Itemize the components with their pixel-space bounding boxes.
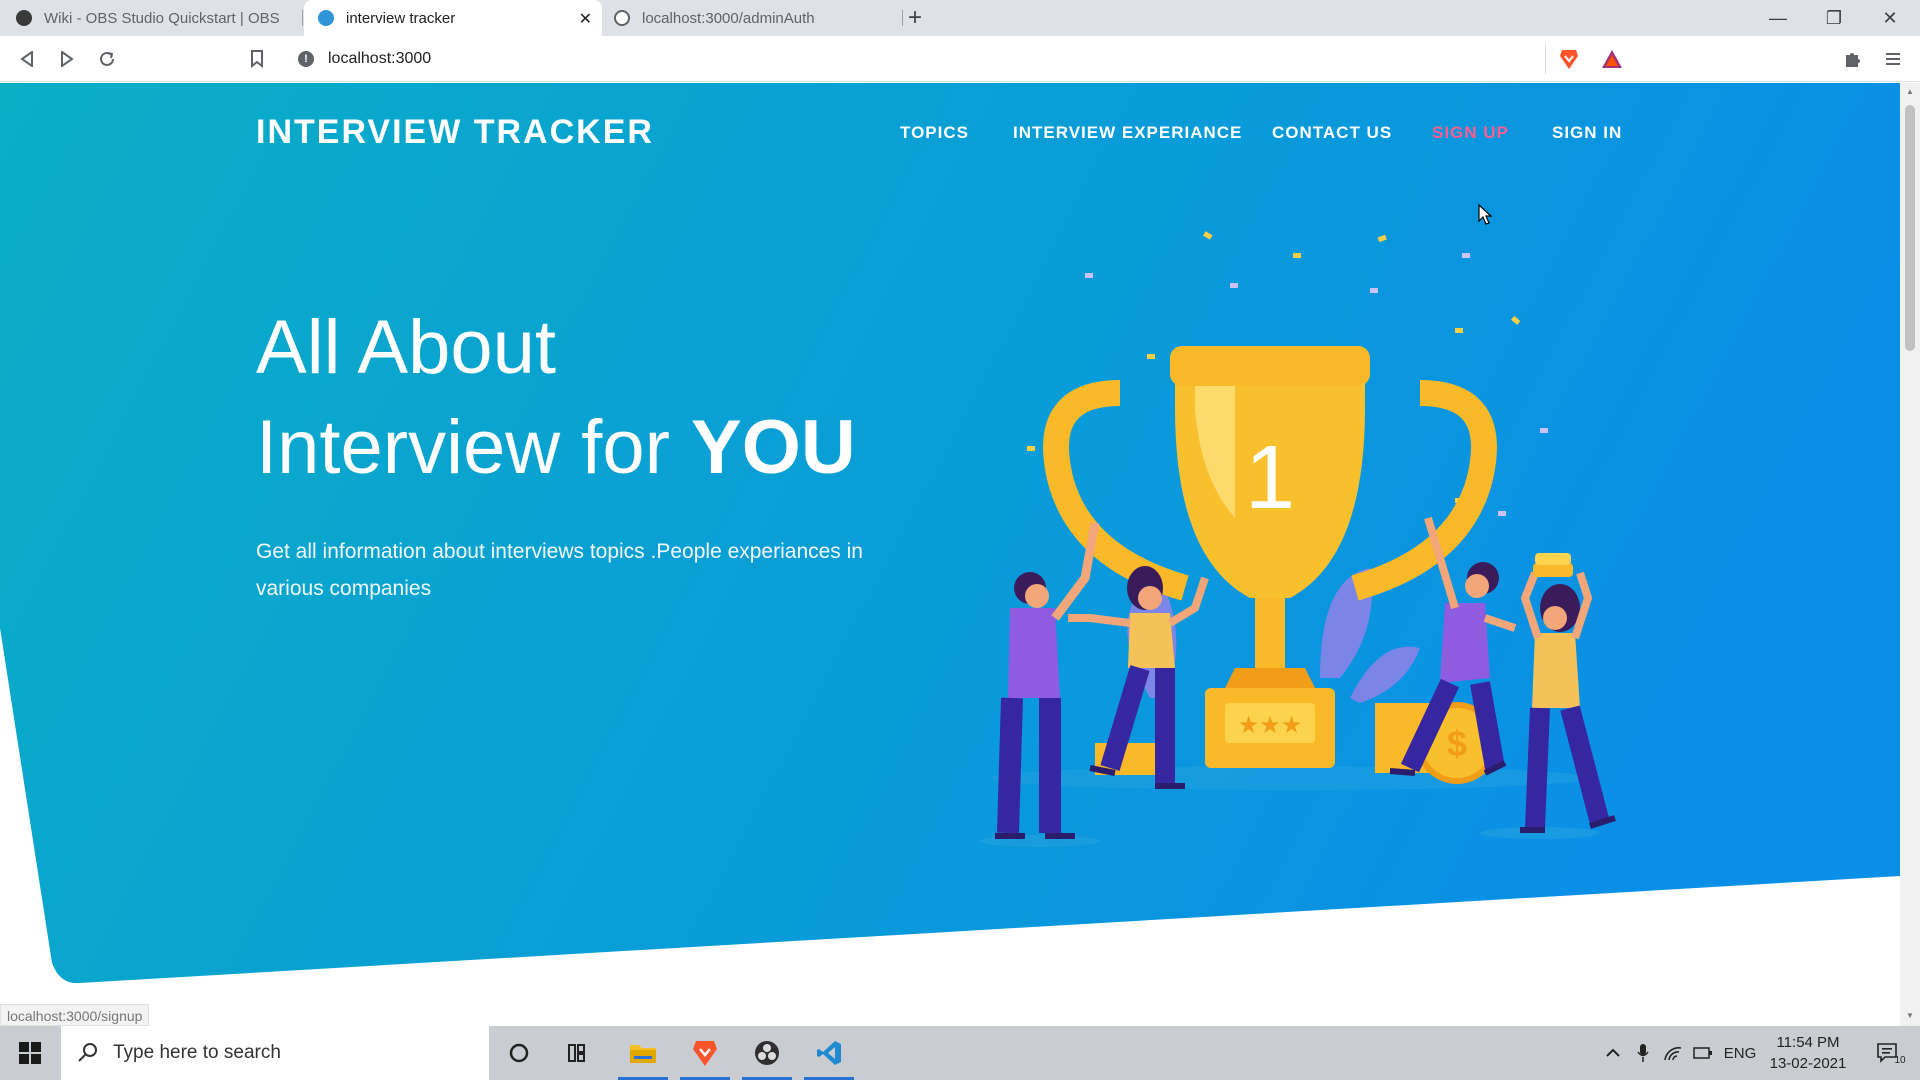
microphone-button[interactable] [1628, 1026, 1658, 1080]
headline-prefix: Interview for [256, 405, 692, 490]
vscode-icon [817, 1041, 841, 1065]
tab-title: interview tracker [346, 9, 456, 27]
reload-button[interactable] [94, 46, 120, 72]
nav-sign-up[interactable]: SIGN UP [1432, 123, 1509, 143]
taskbar-clock[interactable]: 11:54 PM 13-02-2021 [1760, 1032, 1856, 1074]
tray-overflow-button[interactable] [1598, 1026, 1628, 1080]
battery-icon [1693, 1047, 1712, 1059]
menu-button[interactable] [1880, 46, 1906, 72]
new-tab-button[interactable]: + [908, 4, 922, 32]
puzzle-piece-icon [1846, 53, 1860, 67]
task-view-icon [568, 1044, 585, 1062]
browser-tab-bar: Wiki - OBS Studio Quickstart | OBS inter… [0, 0, 1920, 36]
folder-icon [630, 1045, 656, 1063]
scroll-down-icon[interactable]: ▼ [1906, 1011, 1914, 1020]
tab-title: localhost:3000/adminAuth [642, 9, 815, 27]
forward-arrow-icon [61, 51, 74, 67]
bookmark-icon [251, 50, 263, 68]
headline-emphasis: YOU [691, 405, 856, 490]
reload-icon [100, 51, 114, 66]
extensions-button[interactable] [1840, 46, 1866, 72]
browser-toolbar: ! localhost:3000 [0, 36, 1920, 82]
site-brand[interactable]: INTERVIEW TRACKER [256, 113, 654, 152]
battery-button[interactable] [1688, 1026, 1718, 1080]
maximize-button[interactable]: ❐ [1806, 0, 1862, 36]
person-girl-right [1520, 553, 1616, 833]
forward-button[interactable] [54, 46, 80, 72]
wifi-icon [1664, 1047, 1682, 1061]
scroll-up-icon[interactable]: ▲ [1906, 87, 1914, 96]
mouse-cursor-icon [1478, 203, 1493, 225]
language-indicator[interactable]: ENG [1722, 1026, 1758, 1080]
rewards-triangle-icon [1602, 50, 1622, 68]
taskbar-brave-browser[interactable] [676, 1026, 734, 1080]
windows-taskbar: Type here to search ENG 11:54 PM 13-02-2… [0, 1026, 1920, 1080]
taskbar-vscode[interactable] [800, 1026, 858, 1080]
nav-sign-in[interactable]: SIGN IN [1552, 123, 1622, 143]
brave-rewards-button[interactable] [1599, 46, 1625, 72]
minimize-button[interactable]: — [1750, 0, 1806, 36]
address-divider [1545, 44, 1546, 74]
hero-subtext: Get all information about interviews top… [256, 540, 863, 600]
brave-shields-button[interactable] [1556, 46, 1582, 72]
tab-title: Wiki - OBS Studio Quickstart | OBS [44, 9, 280, 27]
svg-text:$: $ [1447, 723, 1467, 764]
search-icon [78, 1043, 97, 1062]
obs-icon [755, 1041, 779, 1065]
person-man-left [995, 522, 1100, 839]
tab-obs-wiki[interactable]: Wiki - OBS Studio Quickstart | OBS [0, 0, 300, 36]
brave-lion-icon [1560, 50, 1578, 69]
site-favicon-icon [318, 10, 334, 26]
nav-topics[interactable]: TOPICS [900, 123, 969, 143]
scroll-thumb[interactable] [1905, 105, 1915, 351]
address-bar[interactable]: ! localhost:3000 [290, 43, 1630, 75]
address-url[interactable]: localhost:3000 [328, 50, 431, 68]
back-button[interactable] [14, 46, 40, 72]
nav-contact-us[interactable]: CONTACT US [1272, 123, 1392, 143]
tab-divider [902, 10, 903, 26]
start-button[interactable] [0, 1026, 60, 1080]
notification-count-badge: 10 [1894, 1054, 1906, 1066]
headline-line-1: All About [256, 305, 556, 390]
svg-text:★★★: ★★★ [1238, 711, 1303, 739]
hamburger-menu-icon [1886, 53, 1900, 65]
action-center-button[interactable]: 10 [1866, 1026, 1916, 1080]
trophy-number: 1 [1245, 428, 1295, 528]
headline-line-2: Interview for YOU [256, 398, 856, 498]
brave-browser-icon [693, 1041, 717, 1066]
close-tab-icon[interactable]: ✕ [579, 9, 592, 29]
taskbar-obs-studio[interactable] [738, 1026, 796, 1080]
trophy-illustration: $ 1 ★★★ [980, 231, 1616, 847]
clock-time: 11:54 PM [1776, 1034, 1840, 1051]
close-window-button[interactable]: ✕ [1862, 0, 1918, 36]
network-button[interactable] [1658, 1026, 1688, 1080]
tab-admin-auth[interactable]: localhost:3000/adminAuth [606, 0, 900, 36]
clock-date: 13-02-2021 [1769, 1055, 1847, 1072]
cortana-button[interactable] [490, 1026, 548, 1080]
tab-divider [302, 10, 303, 26]
nav-interview-experiance[interactable]: INTERVIEW EXPERIANCE [1013, 123, 1242, 143]
task-view-button[interactable] [550, 1026, 608, 1080]
tab-interview-tracker[interactable]: interview tracker ✕ [304, 0, 602, 36]
back-arrow-icon [20, 51, 33, 67]
bookmark-button[interactable] [244, 46, 270, 72]
status-link-preview: localhost:3000/signup [0, 1004, 150, 1026]
search-placeholder[interactable]: Type here to search [113, 1042, 281, 1064]
taskbar-file-explorer[interactable] [614, 1026, 672, 1080]
cortana-circle-icon [509, 1043, 529, 1063]
hero-headline: All About Interview for YOU [256, 298, 856, 498]
page-viewport: INTERVIEW TRACKER TOPICS INTERVIEW EXPER… [0, 83, 1900, 1026]
page-scrollbar[interactable]: ▲ ▼ [1900, 83, 1920, 1026]
obs-favicon-icon [16, 10, 32, 26]
taskbar-search-box[interactable]: Type here to search [61, 1026, 489, 1080]
windows-logo-icon [19, 1042, 41, 1064]
site-info-icon[interactable]: ! [298, 51, 314, 67]
chevron-up-icon [1606, 1048, 1620, 1057]
globe-icon [614, 10, 630, 26]
microphone-icon [1637, 1044, 1649, 1062]
